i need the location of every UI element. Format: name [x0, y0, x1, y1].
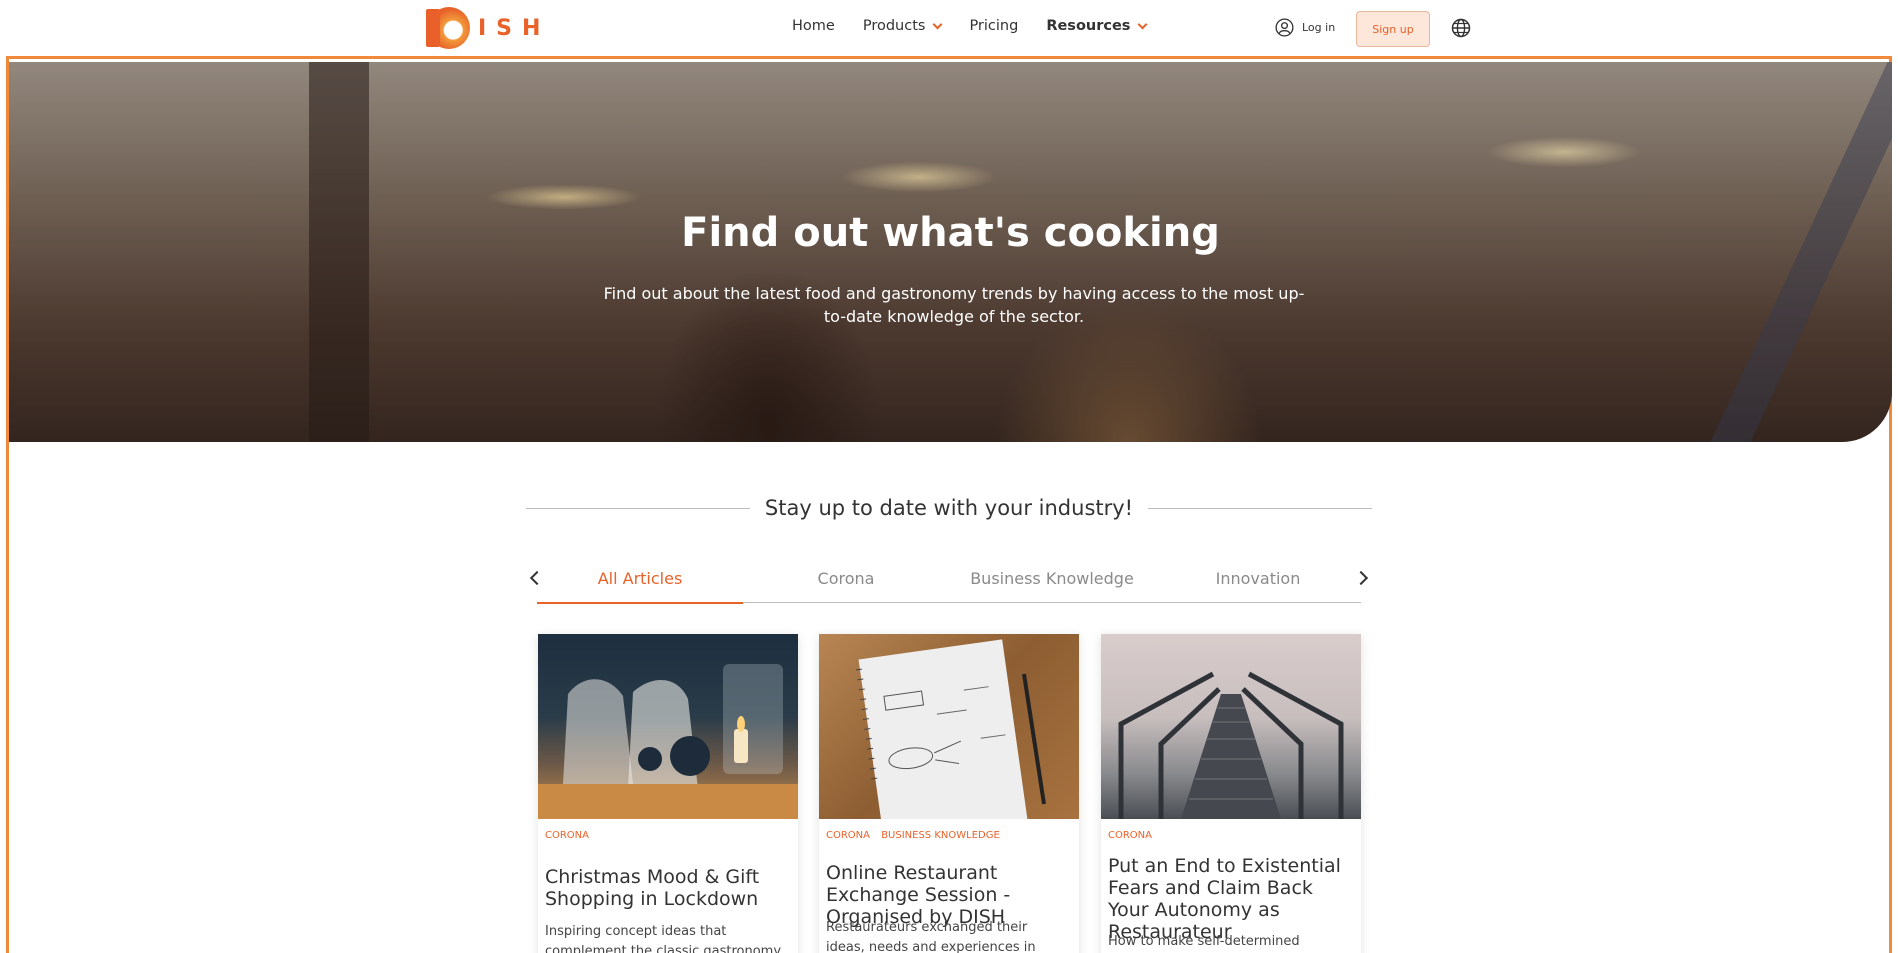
- tab-corona[interactable]: Corona: [743, 565, 949, 602]
- nav-item-products[interactable]: Products: [862, 18, 943, 34]
- article-title[interactable]: Put an End to Existential Fears and Clai…: [1108, 855, 1349, 943]
- tab-list: All Articles Corona Business Knowledge I…: [537, 565, 1361, 604]
- article-description: Inspiring concept ideas that complement …: [545, 924, 782, 953]
- chevron-down-icon: [1138, 19, 1148, 29]
- signup-label: Sign up: [1372, 22, 1414, 36]
- article-card[interactable]: CORONA BUSINESS KNOWLEDGE Online Restaur…: [819, 634, 1079, 953]
- tab-all-articles[interactable]: All Articles: [537, 565, 743, 604]
- category-tag[interactable]: CORONA: [545, 830, 589, 841]
- article-categories: CORONA BUSINESS KNOWLEDGE: [826, 830, 1008, 841]
- article-title[interactable]: Christmas Mood & Gift Shopping in Lockdo…: [545, 866, 786, 910]
- category-tag[interactable]: BUSINESS KNOWLEDGE: [881, 830, 1000, 841]
- logo-mark-icon: [426, 7, 470, 49]
- article-categories: CORONA: [545, 830, 597, 841]
- hero-banner: Find out what's cooking Find out about t…: [9, 62, 1892, 442]
- main-nav: Home Products Pricing Resources: [792, 18, 1174, 34]
- category-tag[interactable]: CORONA: [826, 830, 870, 841]
- article-image: [1101, 634, 1361, 819]
- tab-business-knowledge[interactable]: Business Knowledge: [949, 565, 1155, 602]
- nav-item-label: Pricing: [969, 18, 1019, 34]
- article-image: [538, 634, 798, 819]
- nav-item-resources[interactable]: Resources: [1046, 18, 1148, 34]
- article-description: How to make self-determined decisions: [1108, 934, 1300, 949]
- nav-item-label: Products: [862, 18, 926, 34]
- article-card[interactable]: CORONA Christmas Mood & Gift Shopping in…: [538, 634, 798, 953]
- nav-item-label: Resources: [1046, 18, 1131, 34]
- article-description: Restaurateurs exchanged their ideas, nee…: [826, 920, 1036, 953]
- signup-button[interactable]: Sign up: [1356, 11, 1430, 47]
- category-tag[interactable]: CORONA: [1108, 830, 1152, 841]
- nav-item-label: Home: [792, 18, 835, 34]
- tab-innovation[interactable]: Innovation: [1155, 565, 1361, 602]
- divider: [1148, 507, 1373, 509]
- login-label: Log in: [1302, 21, 1336, 34]
- article-card[interactable]: CORONA Put an End to Existential Fears a…: [1101, 634, 1361, 953]
- dish-logo[interactable]: ISH: [426, 6, 551, 50]
- logo-text: ISH: [478, 15, 551, 41]
- hero-subtitle: Find out about the latest food and gastr…: [603, 284, 1305, 326]
- chevron-down-icon: [932, 19, 943, 29]
- login-link[interactable]: Log in: [1275, 18, 1335, 37]
- nav-item-pricing[interactable]: Pricing: [969, 18, 1018, 34]
- article-image: [819, 634, 1079, 819]
- article-categories: CORONA: [1108, 830, 1160, 841]
- divider: [526, 507, 750, 509]
- section-title: Stay up to date with your industry!: [764, 496, 1134, 520]
- globe-icon[interactable]: [1451, 18, 1471, 38]
- category-tabs: All Articles Corona Business Knowledge I…: [526, 565, 1372, 604]
- top-navigation-bar: ISH Home Products Pricing Resources Log …: [0, 0, 1898, 56]
- hero-title: Find out what's cooking: [681, 210, 1220, 256]
- nav-item-home[interactable]: Home: [792, 18, 835, 34]
- user-icon: [1275, 18, 1294, 37]
- section-heading: Stay up to date with your industry!: [526, 493, 1373, 523]
